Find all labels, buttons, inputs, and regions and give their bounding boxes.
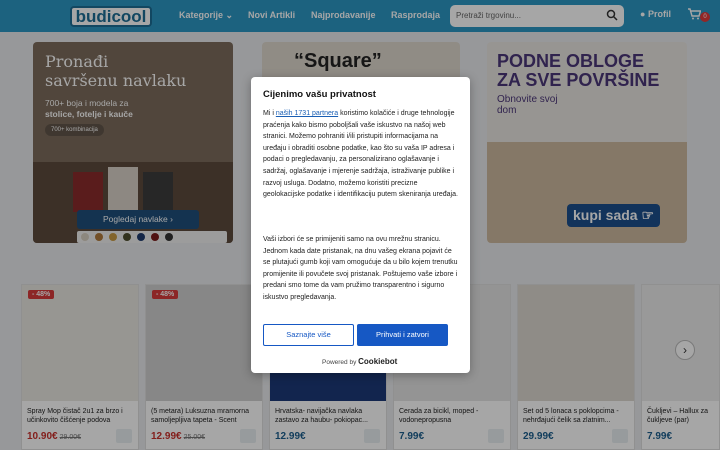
cookiebot-logo: Cookiebot xyxy=(358,357,398,366)
dialog-title: Cijenimo vašu privatnost xyxy=(263,89,376,100)
partners-link[interactable]: naših 1731 partnera xyxy=(276,110,338,117)
dialog-body-2: Vaši izbori će se primijeniti samo na ov… xyxy=(263,236,458,301)
powered-by[interactable]: Powered by Cookiebot xyxy=(322,357,397,366)
accept-close-button[interactable]: Prihvati i zatvori xyxy=(357,324,448,346)
cookie-consent-dialog: Cijenimo vašu privatnost Mi i naših 1731… xyxy=(251,77,470,373)
learn-more-button[interactable]: Saznajte više xyxy=(263,324,354,346)
dialog-body: Mi i naših 1731 partnera koristimo kolač… xyxy=(263,110,458,199)
